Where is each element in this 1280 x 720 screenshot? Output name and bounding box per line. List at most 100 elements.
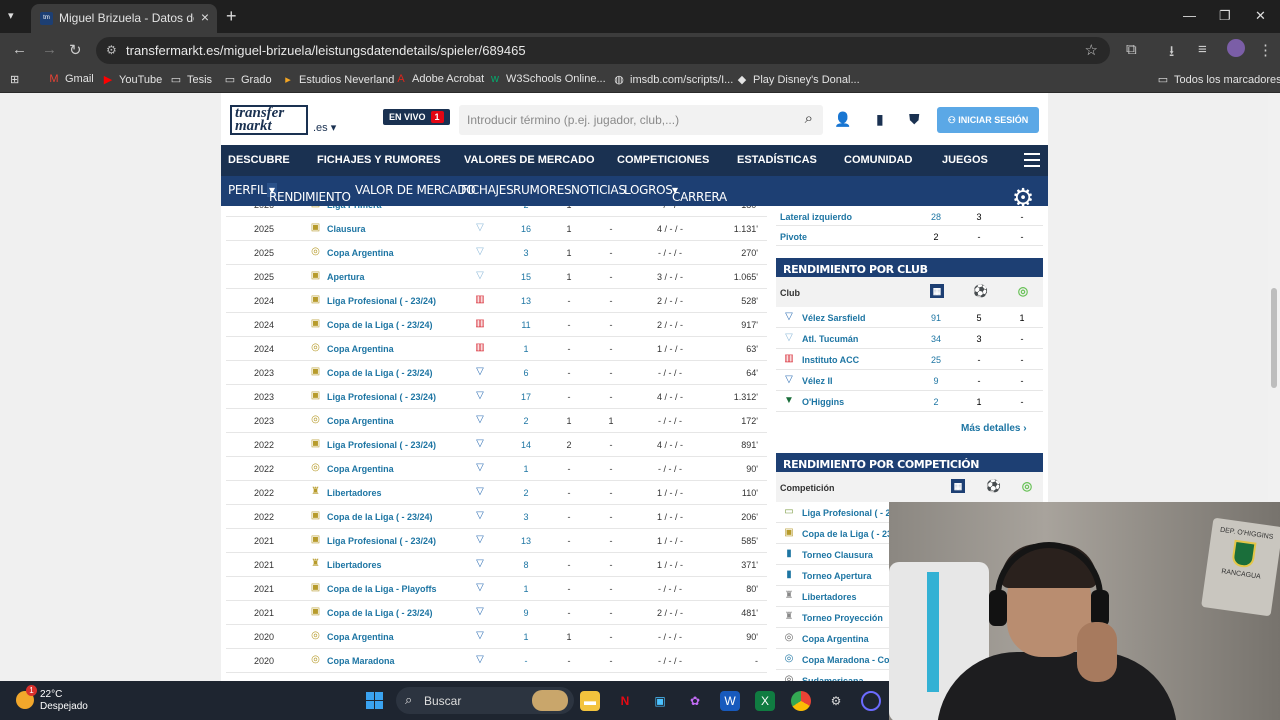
competition-name-link[interactable]: Torneo Clausura — [802, 550, 873, 560]
competition-link[interactable]: Copa de la Liga ( - 23/24) — [327, 608, 433, 618]
hamburger-menu-icon[interactable] — [1024, 153, 1040, 171]
club-crest-icon[interactable]: ▽ — [473, 630, 487, 643]
nav-valores-mercado[interactable]: VALORES DE MERCADO — [464, 154, 595, 166]
login-button[interactable]: ⚇ INICIAR SESIÓN — [937, 107, 1039, 133]
taskbar-search[interactable]: ⌕ Buscar — [396, 687, 574, 714]
extensions-icon[interactable]: ⧉ — [1126, 41, 1137, 58]
row-appearances[interactable]: 15 — [516, 272, 536, 282]
club-appearances[interactable]: 91 — [926, 313, 946, 323]
competition-link[interactable]: Copa Argentina — [327, 344, 394, 354]
competition-link[interactable]: Copa de la Liga ( - 23/24) — [327, 368, 433, 378]
all-bookmarks[interactable]: ▭ Todos los marcadores — [1157, 73, 1280, 86]
club-crest-icon[interactable]: ▽ — [473, 510, 487, 523]
club-crest-icon[interactable]: ▽ — [473, 414, 487, 427]
windows-start-icon[interactable] — [366, 692, 383, 709]
browser-tab[interactable]: tm Miguel Brizuela - Datos detalla... × — [31, 4, 217, 33]
subnav-rumores[interactable]: RUMORES — [513, 183, 572, 197]
club-crest-icon[interactable]: ▽ — [473, 654, 487, 667]
club-crest-icon[interactable]: ▽ — [473, 462, 487, 475]
user-search-icon[interactable]: 👤 — [834, 111, 851, 128]
bookmark-icon[interactable]: ▮ — [876, 111, 884, 128]
row-appearances[interactable]: 2 — [516, 206, 536, 210]
media-icon[interactable]: ≡ — [1198, 41, 1207, 58]
bookmark-grado[interactable]: ▭ Grado — [224, 73, 272, 86]
chrome-menu-icon[interactable]: ⋮ — [1258, 41, 1273, 59]
competition-link[interactable]: Copa Argentina — [327, 248, 394, 258]
row-appearances[interactable]: 2 — [516, 416, 536, 426]
row-appearances[interactable]: 13 — [516, 536, 536, 546]
bookmark-tesis[interactable]: ▭ Tesis — [170, 73, 212, 86]
bookmark-w3schools[interactable]: w W3Schools Online... — [489, 73, 606, 85]
row-appearances[interactable]: 3 — [516, 248, 536, 258]
row-appearances[interactable]: 16 — [516, 224, 536, 234]
bookmark-youtube[interactable]: ▶ YouTube — [102, 73, 162, 86]
row-appearances[interactable]: 1 — [516, 344, 536, 354]
shield-icon[interactable]: ⛊ — [909, 111, 920, 128]
club-name-link[interactable]: O'Higgins — [802, 397, 844, 407]
tab-search-icon[interactable]: ▾ — [8, 9, 14, 22]
search-icon[interactable]: ⌕ — [805, 110, 813, 127]
competition-name-link[interactable]: Copa Maradona - Cor — [802, 655, 893, 665]
competition-link[interactable]: Copa Argentina — [327, 632, 394, 642]
competition-link[interactable]: Clausura — [327, 224, 366, 234]
row-appearances[interactable]: 8 — [516, 560, 536, 570]
row-appearances[interactable]: 6 — [516, 368, 536, 378]
club-crest-icon[interactable]: ▥ — [473, 318, 487, 331]
more-details-link[interactable]: Más detalles › — [961, 423, 1027, 434]
netflix-icon[interactable]: N — [615, 691, 635, 711]
nav-juegos[interactable]: JUEGOS — [942, 154, 988, 166]
row-appearances[interactable]: - — [516, 656, 536, 666]
back-icon[interactable]: ← — [12, 41, 27, 58]
competition-link[interactable]: Liga Profesional ( - 23/24) — [327, 536, 436, 546]
scrollbar-thumb[interactable] — [1271, 288, 1277, 388]
club-appearances[interactable]: 2 — [926, 397, 946, 407]
row-appearances[interactable]: 14 — [516, 440, 536, 450]
club-crest-icon[interactable]: ▽ — [473, 534, 487, 547]
app-icon[interactable] — [861, 691, 881, 711]
club-appearances[interactable]: 25 — [926, 355, 946, 365]
file-explorer-icon[interactable]: ▬ — [580, 691, 600, 711]
settings-icon[interactable]: ⚙ — [826, 691, 846, 711]
competition-name-link[interactable]: Copa de la Liga ( - 23/ — [802, 529, 895, 539]
club-appearances[interactable]: 34 — [926, 334, 946, 344]
club-name-link[interactable]: Vélez II — [802, 376, 833, 386]
club-crest-icon[interactable]: ▽ — [473, 270, 487, 283]
subnav-noticias[interactable]: NOTICIAS — [571, 183, 626, 197]
copilot-icon[interactable]: ✿ — [685, 691, 705, 711]
live-button[interactable]: EN VIVO 1 — [383, 109, 450, 125]
row-appearances[interactable]: 17 — [516, 392, 536, 402]
competition-link[interactable]: Libertadores — [327, 488, 382, 498]
club-crest-icon[interactable]: ▥ — [473, 294, 487, 307]
nav-fichajes-rumores[interactable]: FICHAJES Y RUMORES — [317, 154, 441, 166]
locale-selector[interactable]: .es ▾ — [313, 121, 336, 134]
chrome-icon[interactable] — [791, 691, 811, 711]
minimize-icon[interactable]: — — [1183, 8, 1196, 23]
competition-link[interactable]: Liga Primera — [327, 206, 382, 210]
competition-name-link[interactable]: Libertadores — [802, 592, 857, 602]
subnav-valor-mercado[interactable]: VALOR DE MERCADO — [355, 183, 476, 197]
subnav-perfil[interactable]: PERFIL — [228, 183, 267, 197]
club-crest-icon[interactable]: ▽ — [473, 486, 487, 499]
store-icon[interactable]: ▣ — [650, 691, 670, 711]
bookmark-gmail[interactable]: M Gmail — [48, 73, 93, 85]
row-appearances[interactable]: 13 — [516, 296, 536, 306]
subnav-fichajes[interactable]: FICHAJES — [461, 183, 514, 197]
bookmark-acrobat[interactable]: A Adobe Acrobat — [395, 73, 484, 85]
downloads-icon[interactable]: ⭳ — [1169, 41, 1174, 66]
bookmark-disney[interactable]: ◆ Play Disney's Donal... — [736, 73, 860, 86]
reload-icon[interactable]: ↻ — [69, 41, 82, 59]
row-appearances[interactable]: 3 — [516, 512, 536, 522]
bookmark-star-icon[interactable]: ☆ — [1085, 41, 1098, 59]
competition-link[interactable]: Copa de la Liga ( - 23/24) — [327, 320, 433, 330]
competition-link[interactable]: Liga Profesional ( - 23/24) — [327, 296, 436, 306]
competition-link[interactable]: Copa de la Liga - Playoffs — [327, 584, 437, 594]
nav-descubre[interactable]: DESCUBRE — [228, 154, 290, 166]
club-crest-icon[interactable]: ▽ — [473, 366, 487, 379]
close-window-icon[interactable]: ✕ — [1255, 8, 1266, 24]
competition-name-link[interactable]: Copa Argentina — [802, 634, 869, 644]
club-crest-icon[interactable]: ▥ — [473, 342, 487, 355]
word-icon[interactable]: W — [720, 691, 740, 711]
omnibox[interactable]: ⚙ transfermarkt.es/miguel-brizuela/leist… — [96, 37, 1110, 64]
club-crest-icon[interactable]: ▽ — [473, 390, 487, 403]
competition-link[interactable]: Copa Argentina — [327, 464, 394, 474]
